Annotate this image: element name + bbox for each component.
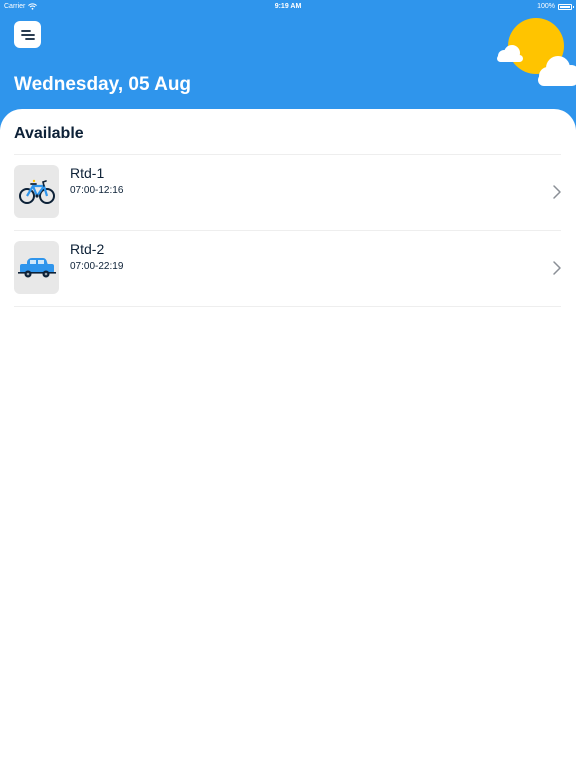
item-time: 07:00-22:19	[70, 261, 124, 272]
list-item-rtd-2[interactable]: Rtd-2 07:00-22:19	[0, 231, 576, 307]
status-right: 100%	[537, 3, 574, 10]
list-item-rtd-1[interactable]: Rtd-1 07:00-12:16	[0, 155, 576, 231]
main-panel: Available Rtd-1 07:00-12:16 Rtd-2 07:00-…	[0, 109, 576, 768]
chevron-right-icon	[553, 185, 561, 199]
item-time: 07:00-12:16	[70, 185, 124, 196]
menu-button[interactable]	[14, 21, 41, 48]
bicycle-icon	[18, 179, 55, 204]
battery-icon	[558, 3, 574, 10]
menu-icon	[20, 29, 35, 40]
divider	[14, 306, 561, 307]
page-title: Wednesday, 05 Aug	[14, 74, 192, 95]
item-name: Rtd-2	[70, 241, 105, 257]
car-icon	[17, 257, 56, 277]
chevron-right-icon	[553, 261, 561, 275]
battery-level	[560, 5, 570, 8]
section-title: Available	[14, 125, 84, 142]
sun-cloud-icon	[497, 18, 576, 86]
status-time: 9:19 AM	[274, 3, 302, 10]
battery-percent: 100%	[537, 3, 555, 10]
item-thumbnail	[14, 241, 59, 294]
status-bar: Carrier 9:19 AM 100%	[0, 0, 576, 14]
item-thumbnail	[14, 165, 59, 218]
item-name: Rtd-1	[70, 165, 105, 181]
